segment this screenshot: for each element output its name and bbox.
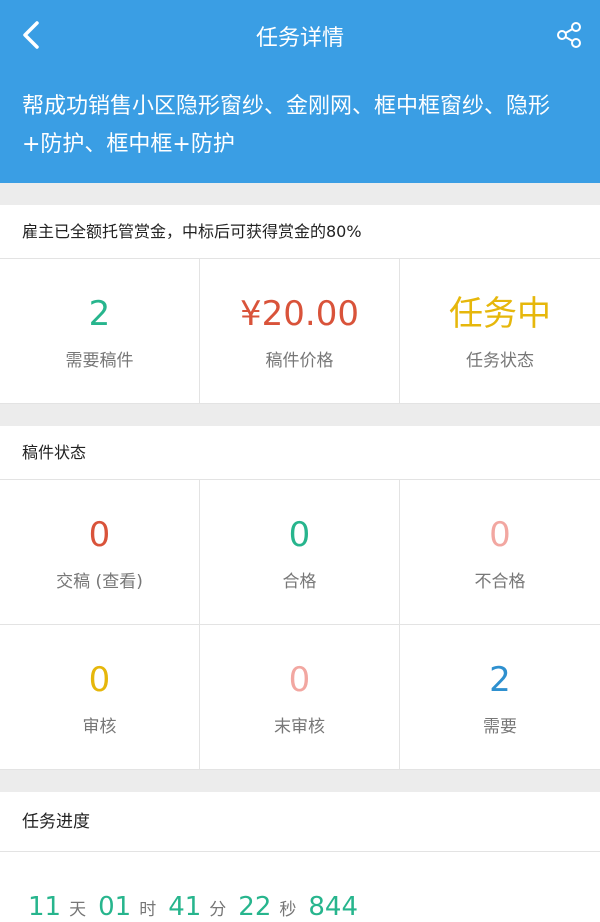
needed-cell: 2 需要 — [400, 625, 600, 770]
unqualified-cell: 0 不合格 — [400, 480, 600, 625]
reward-notice: 雇主已全额托管赏金，中标后可获得赏金的80% — [0, 205, 600, 259]
section-gap — [0, 183, 600, 205]
draft-price-label: 稿件价格 — [265, 350, 334, 371]
qualified-cell: 0 合格 — [200, 480, 400, 625]
draft-status-grid: 0 交稿 (查看) 0 合格 0 不合格 0 审核 0 末审核 2 需要 — [0, 480, 600, 770]
countdown-hours-unit: 时 — [139, 900, 157, 920]
countdown-minutes-unit: 分 — [209, 900, 227, 920]
task-status-value: 任务中 — [449, 293, 551, 334]
required-drafts-value: 2 — [88, 293, 111, 334]
section-gap — [0, 404, 600, 426]
top-bar: 任务详情 — [0, 0, 600, 72]
required-drafts-cell: 2 需要稿件 — [0, 259, 200, 404]
progress-title: 任务进度 — [0, 792, 600, 852]
draft-price-cell: ¥20.00 稿件价格 — [200, 259, 400, 404]
draft-status-title: 稿件状态 — [0, 426, 600, 480]
required-drafts-label: 需要稿件 — [65, 350, 134, 371]
task-title: 帮成功销售小区隐形窗纱、金刚网、框中框窗纱、隐形+防护、框中框+防护 — [22, 94, 551, 157]
share-icon — [557, 22, 581, 48]
needed-count: 2 — [489, 659, 511, 700]
unreviewed-count: 0 — [288, 659, 311, 700]
unreviewed-cell: 0 末审核 — [200, 625, 400, 770]
task-status-label: 任务状态 — [466, 350, 534, 371]
task-status-cell: 任务中 任务状态 — [400, 259, 600, 404]
countdown-minutes: 41 — [168, 892, 202, 922]
qualified-label: 合格 — [282, 571, 317, 592]
unreviewed-label: 末审核 — [274, 716, 325, 737]
unqualified-label: 不合格 — [474, 571, 526, 592]
needed-label: 需要 — [483, 716, 517, 737]
countdown-days-unit: 天 — [69, 900, 87, 920]
countdown-seconds: 22 — [238, 892, 272, 922]
submitted-cell[interactable]: 0 交稿 (查看) — [0, 480, 200, 625]
submitted-label: 交稿 (查看) — [56, 571, 143, 592]
summary-grid: 2 需要稿件 ¥20.00 稿件价格 任务中 任务状态 — [0, 259, 600, 404]
page-title: 任务详情 — [255, 26, 344, 51]
reviewing-count: 0 — [88, 659, 111, 700]
draft-price-value: ¥20.00 — [240, 293, 359, 334]
reviewing-label: 审核 — [82, 716, 117, 737]
section-gap — [0, 770, 600, 792]
countdown: 11 天 01 时 41 分 22 秒 844 — [28, 862, 358, 922]
countdown-seconds-unit: 秒 — [279, 900, 297, 920]
countdown-hours: 01 — [98, 892, 132, 922]
unqualified-count: 0 — [489, 514, 511, 555]
share-button[interactable] — [552, 18, 586, 52]
countdown-days: 11 — [28, 892, 62, 922]
progress-body: 11 天 01 时 41 分 22 秒 844 — [0, 852, 600, 922]
qualified-count: 0 — [288, 514, 311, 555]
header: 任务详情 帮成功销售小区隐形窗纱、金刚网、框中框窗纱、隐形+防护、框中框+防护 — [0, 0, 600, 183]
reviewing-cell: 0 审核 — [0, 625, 200, 770]
submitted-count: 0 — [88, 514, 111, 555]
countdown-ms: 844 — [308, 892, 359, 922]
